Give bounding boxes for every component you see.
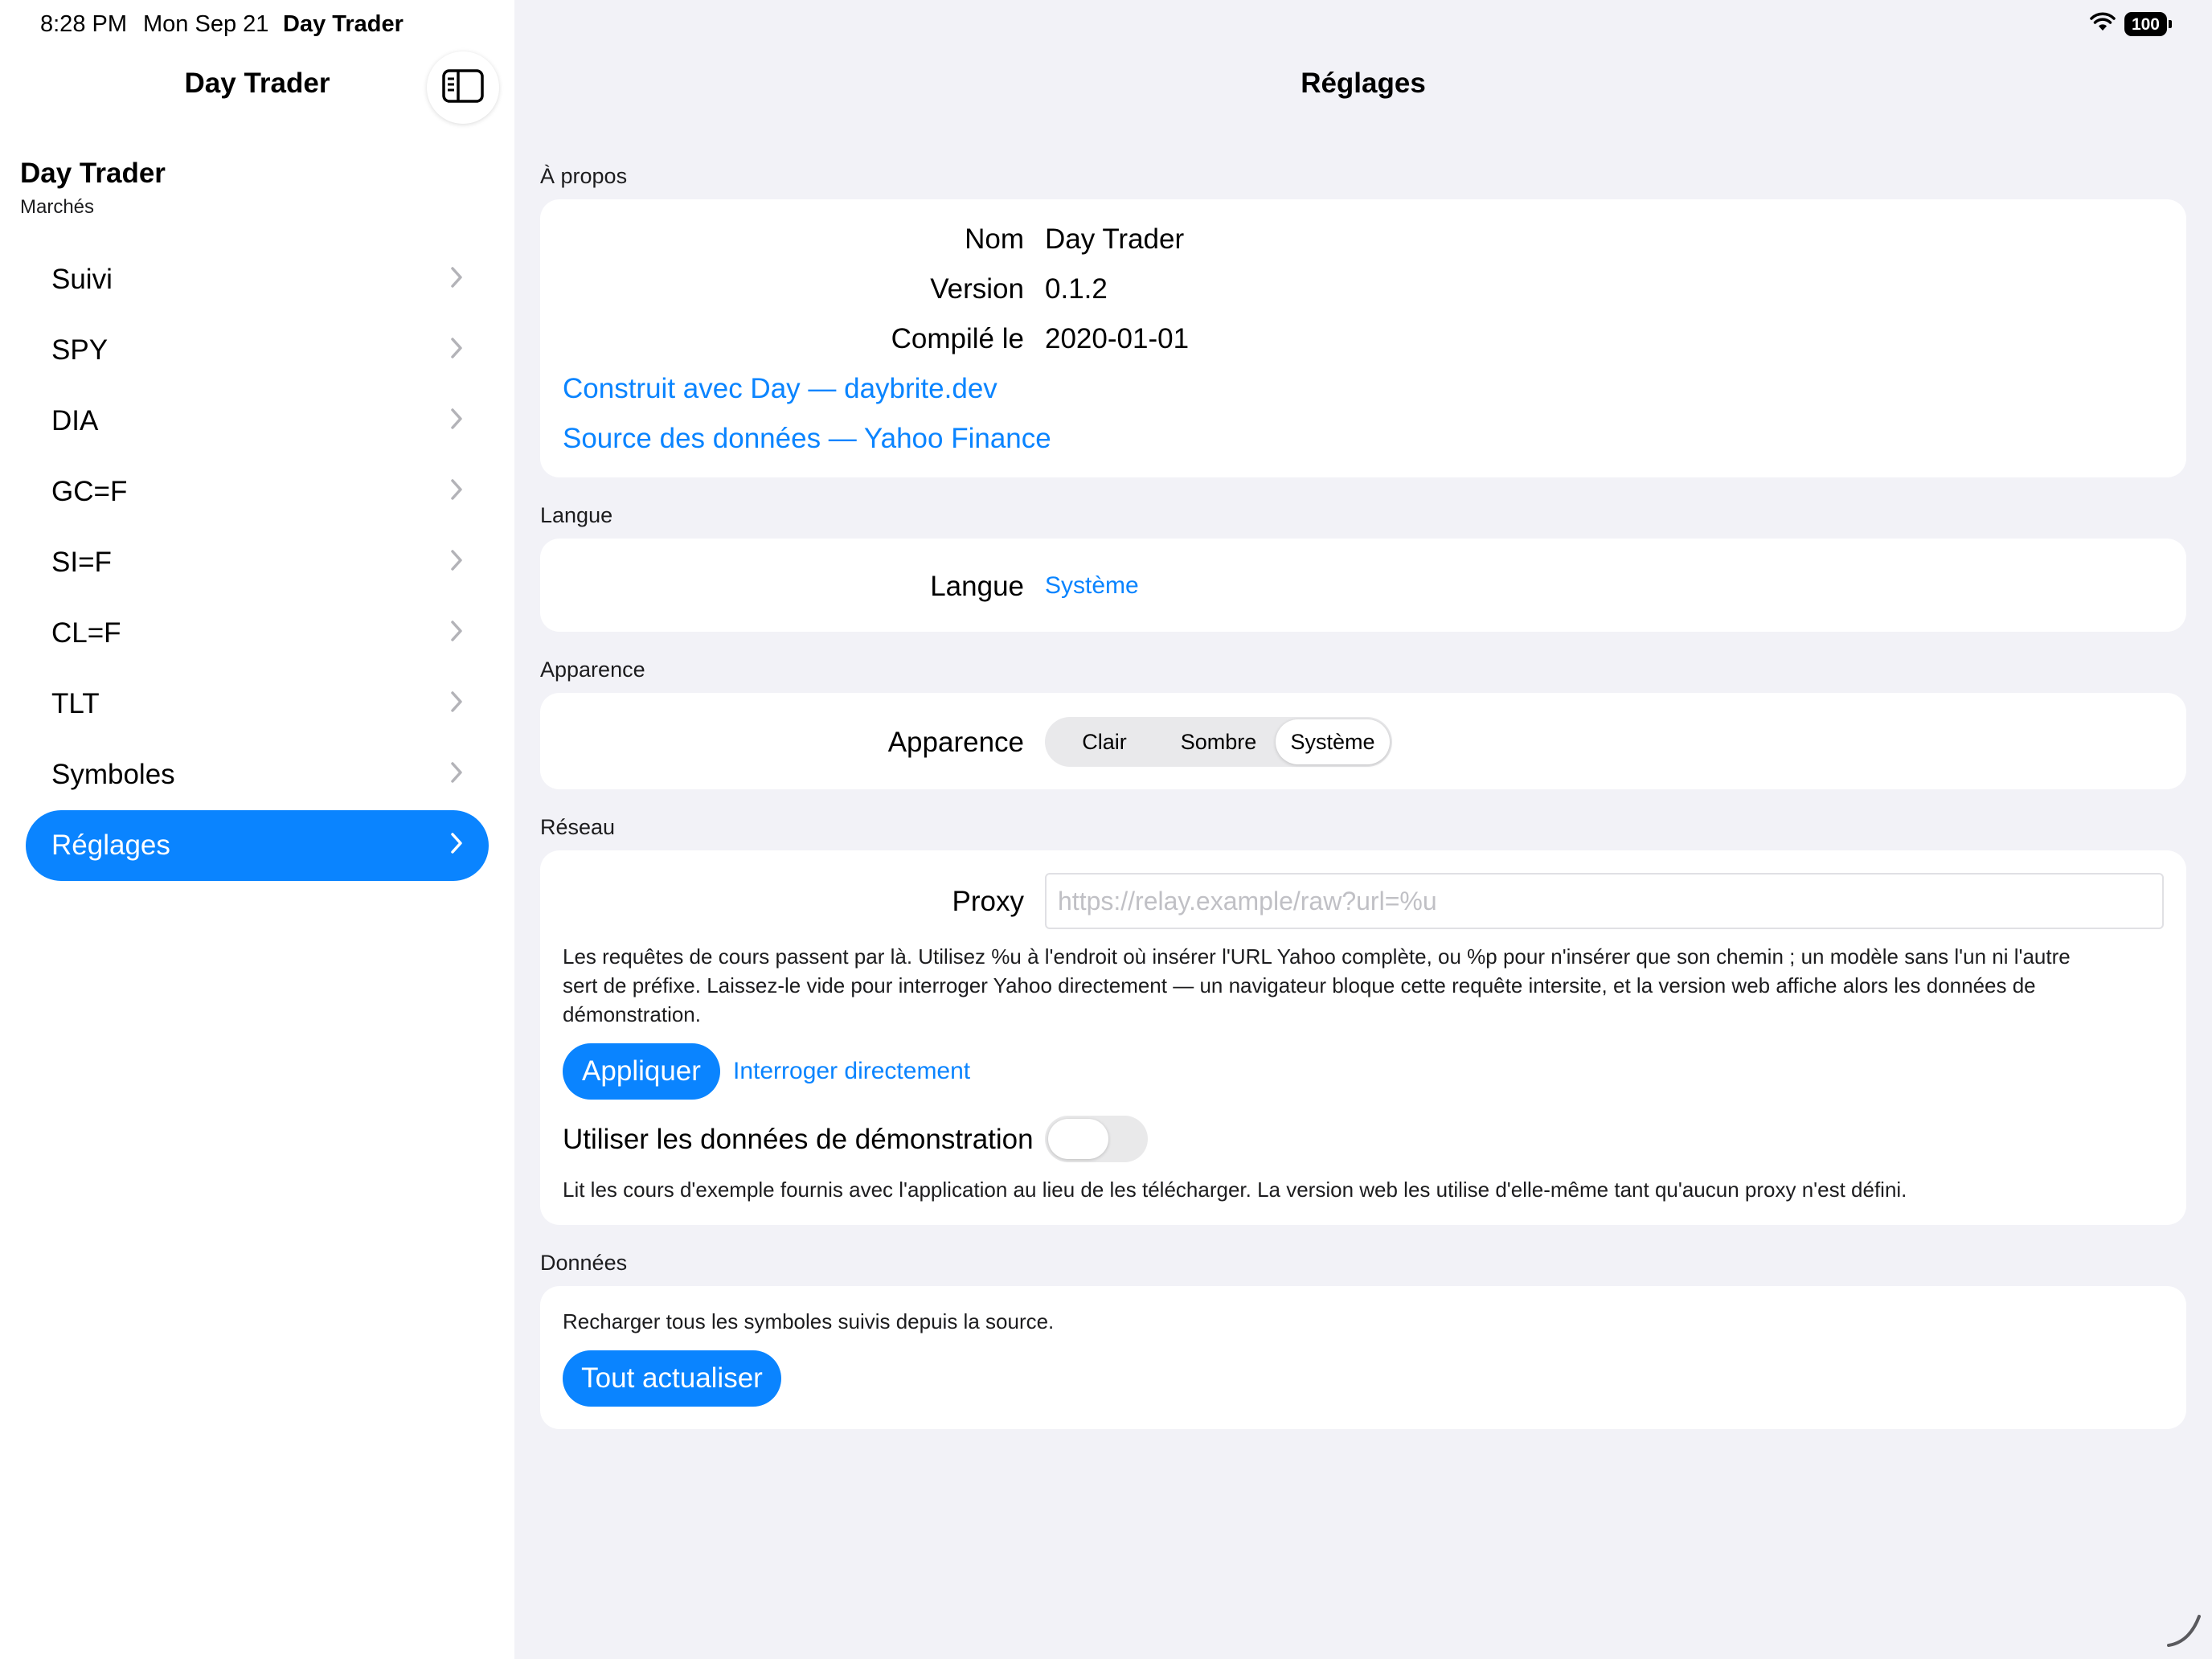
battery-icon: 100 (2124, 11, 2172, 36)
appearance-section-label: Apparence (540, 657, 645, 682)
sidebar-icon (442, 68, 484, 107)
sidebar-item-label: Suivi (51, 264, 113, 295)
chevron-right-icon (450, 759, 463, 791)
demo-data-help: Lit les cours d'exemple fournis avec l'a… (563, 1178, 1907, 1202)
apply-button[interactable]: Appliquer (563, 1043, 720, 1100)
language-card (540, 539, 2186, 632)
about-section-label: À propos (540, 164, 628, 188)
sidebar-item-dia[interactable]: DIA (26, 386, 489, 457)
battery-level: 100 (2124, 11, 2167, 36)
appearance-option-clair[interactable]: Clair (1047, 719, 1161, 764)
built-with-link[interactable]: Construit avec Day — daybrite.dev (563, 373, 997, 405)
appearance-label: Apparence (887, 727, 1024, 758)
sidebar-item-label: SI=F (51, 547, 112, 578)
refresh-all-button[interactable]: Tout actualiser (563, 1350, 781, 1407)
chevron-right-icon (450, 334, 463, 367)
sidebar-toggle-button[interactable] (427, 51, 499, 124)
chevron-right-icon (450, 688, 463, 720)
chevron-right-icon (450, 830, 463, 862)
sidebar-item-label: SPY (51, 334, 109, 366)
sidebar-item-gcf[interactable]: GC=F (26, 457, 489, 527)
version-label: Version (930, 273, 1024, 305)
status-indicators: 100 (2089, 11, 2172, 36)
sidebar-section-title: Day Trader (20, 158, 166, 189)
language-picker[interactable]: Système (1045, 572, 1139, 600)
sidebar-item-symboles[interactable]: Symboles (26, 739, 489, 810)
language-section-label: Langue (540, 503, 613, 527)
data-section-label: Données (540, 1251, 628, 1275)
demo-data-toggle[interactable] (1045, 1116, 1148, 1162)
sidebar-item-clf[interactable]: CL=F (26, 598, 489, 669)
query-directly-link[interactable]: Interroger directement (733, 1058, 970, 1085)
appearance-segmented-control: Clair Sombre Système (1045, 717, 1392, 767)
chevron-right-icon (450, 405, 463, 437)
sidebar-item-spy[interactable]: SPY (26, 315, 489, 386)
name-value: Day Trader (1045, 223, 1185, 255)
proxy-input[interactable] (1045, 873, 2164, 929)
page-title: Réglages (1301, 68, 1426, 99)
scroll-indicator (2165, 1612, 2202, 1653)
demo-data-label: Utiliser les données de démonstration (563, 1124, 1034, 1155)
proxy-help-line-3: démonstration. (563, 1002, 701, 1026)
status-date: Mon Sep 21 (143, 11, 269, 37)
version-value: 0.1.2 (1045, 273, 1108, 305)
status-app-name: Day Trader (283, 11, 403, 37)
proxy-label: Proxy (952, 886, 1024, 917)
chevron-right-icon (450, 617, 463, 649)
sidebar-item-label: CL=F (51, 617, 121, 649)
appearance-option-sombre[interactable]: Sombre (1161, 719, 1276, 764)
compiled-value: 2020-01-01 (1045, 323, 1190, 354)
compiled-label: Compilé le (891, 323, 1024, 354)
sidebar-item-suivi[interactable]: Suivi (26, 244, 489, 315)
proxy-help-line-1: Les requêtes de cours passent par là. Ut… (563, 944, 2071, 969)
name-label: Nom (965, 223, 1024, 255)
chevron-right-icon (450, 264, 463, 296)
sidebar-item-label: Réglages (51, 830, 170, 861)
wifi-icon (2089, 11, 2116, 36)
language-label: Langue (930, 571, 1024, 602)
sidebar-item-label: Symboles (51, 759, 175, 790)
refresh-description: Recharger tous les symboles suivis depui… (563, 1309, 1055, 1333)
proxy-help-line-2: sert de préfixe. Laissez-le vide pour in… (563, 973, 2036, 997)
chevron-right-icon (450, 547, 463, 579)
data-source-link[interactable]: Source des données — Yahoo Finance (563, 423, 1051, 455)
sidebar-item-label: TLT (51, 688, 100, 719)
sidebar-item-reglages[interactable]: Réglages (26, 810, 489, 881)
chevron-right-icon (450, 476, 463, 508)
sidebar-item-tlt[interactable]: TLT (26, 669, 489, 739)
appearance-option-systeme[interactable]: Système (1276, 719, 1390, 764)
sidebar-section-subtitle: Marchés (20, 196, 95, 218)
network-section-label: Réseau (540, 815, 616, 839)
sidebar-item-sif[interactable]: SI=F (26, 527, 489, 598)
toggle-knob (1048, 1119, 1108, 1159)
status-time: 8:28 PM (40, 11, 127, 37)
sidebar-item-label: DIA (51, 405, 99, 436)
sidebar-item-label: GC=F (51, 476, 128, 507)
